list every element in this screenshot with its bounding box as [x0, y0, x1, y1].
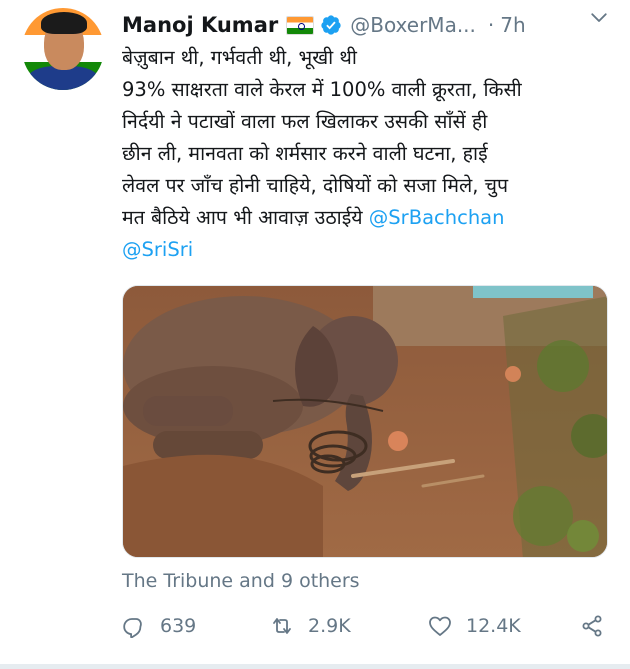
- separator-dot: ·: [487, 13, 495, 37]
- like-icon: [429, 616, 451, 636]
- tweet-line: छीन ली, मानवता को शर्मसार करने वाली घटना…: [122, 142, 488, 165]
- tweet-card[interactable]: Manoj Kumar @BoxerMa... · 7h बेज़ुबान थी…: [0, 0, 630, 669]
- source-attribution[interactable]: The Tribune and 9 others: [122, 570, 360, 592]
- tweet-line: निर्दयी ने पटाखों वाला फल खिलाकर उसकी सा…: [122, 110, 488, 133]
- mention-link[interactable]: @SriSri: [122, 238, 193, 261]
- tweet-actions: 639 2.9K 12.4K: [122, 614, 610, 650]
- elephant-photo: [123, 286, 607, 557]
- chevron-down-icon[interactable]: [590, 9, 608, 27]
- tweet-header: Manoj Kumar @BoxerMa... · 7h: [122, 8, 630, 42]
- tweet-photo[interactable]: [122, 285, 608, 558]
- tweet-line: मत बैठिये आप भी आवाज़ उठाईये @SrBachchan: [122, 202, 612, 234]
- mention-link[interactable]: @SrBachchan: [369, 206, 505, 229]
- retweet-icon: [273, 618, 291, 634]
- tweet-line-text: मत बैठिये आप भी आवाज़ उठाईये: [122, 206, 369, 229]
- display-name[interactable]: Manoj Kumar: [122, 13, 278, 37]
- verified-badge-icon: [321, 15, 341, 35]
- share-icon: [582, 615, 602, 637]
- reply-icon: [123, 618, 142, 638]
- reply-button[interactable]: 639: [122, 614, 196, 638]
- tweet-line: लेवल पर जाँच होनी चाहिये, दोषियों को सजा…: [122, 174, 509, 197]
- like-count: 12.4K: [466, 615, 521, 637]
- timestamp[interactable]: 7h: [500, 13, 525, 37]
- tweet-line: बेज़ुबान थी, गर्भवती थी, भूखी थी: [122, 46, 357, 69]
- like-button[interactable]: 12.4K: [428, 614, 521, 638]
- user-handle[interactable]: @BoxerMa...: [350, 13, 476, 37]
- tweet-line: @SriSri: [122, 234, 612, 266]
- avatar-hair: [41, 12, 87, 34]
- reply-count: 639: [160, 615, 197, 637]
- avatar[interactable]: [22, 8, 104, 90]
- flag-india-icon: [286, 15, 315, 35]
- share-button[interactable]: [580, 614, 604, 638]
- retweet-button[interactable]: 2.9K: [270, 614, 351, 638]
- divider: [0, 664, 630, 669]
- tweet-text: बेज़ुबान थी, गर्भवती थी, भूखी थी 93% साक…: [122, 42, 612, 266]
- tweet-line: 93% साक्षरता वाले केरल में 100% वाली क्र…: [122, 78, 522, 101]
- retweet-count: 2.9K: [308, 615, 351, 637]
